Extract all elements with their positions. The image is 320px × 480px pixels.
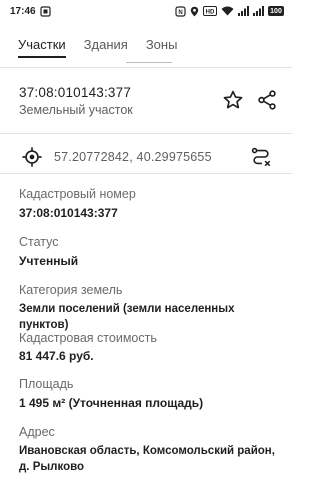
cadastral-id-title: 37:08:010143:377	[19, 85, 132, 100]
battery-level: 100	[270, 7, 282, 15]
svg-text:N: N	[178, 10, 182, 16]
locate-button[interactable]	[18, 143, 46, 171]
field-value-cadastral-number: 37:08:010143:377	[19, 206, 118, 220]
field-label-area: Площадь	[19, 377, 74, 391]
divider	[0, 67, 292, 68]
share-icon	[258, 90, 276, 110]
nfc-icon: N	[175, 5, 186, 17]
svg-text:HD: HD	[206, 10, 215, 16]
divider	[0, 173, 292, 174]
battery-icon: 100	[268, 6, 284, 16]
tab-indicator-track	[126, 62, 172, 63]
coordinates-text[interactable]: 57.20772842, 40.29975655	[54, 150, 212, 164]
field-value-status: Учтенный	[19, 254, 79, 268]
land-plot-screen: 17:46 N HD 100 Участки Здания Зоны 37:08…	[0, 0, 292, 480]
field-label-address: Адрес	[19, 425, 55, 439]
tab-zones[interactable]: Зоны	[146, 28, 178, 64]
tab-buildings[interactable]: Здания	[84, 28, 128, 64]
divider	[0, 133, 292, 134]
tab-plots[interactable]: Участки	[18, 28, 66, 64]
crosshair-icon	[22, 147, 42, 167]
location-icon	[190, 5, 199, 17]
field-label-land-category: Категория земель	[19, 283, 123, 297]
field-label-cadastral-value: Кадастровая стоимость	[19, 331, 157, 345]
share-button[interactable]	[253, 86, 281, 114]
favorite-button[interactable]	[219, 86, 247, 114]
status-time: 17:46	[10, 5, 36, 17]
field-value-land-category: Земли поселений (земли населенных пункто…	[19, 303, 235, 331]
route-icon	[251, 147, 271, 167]
field-value-address: Ивановская область, Комсомольский район,…	[19, 445, 275, 473]
route-button[interactable]	[247, 143, 275, 171]
tab-bar: Участки Здания Зоны	[0, 28, 292, 64]
hd-icon: HD	[203, 5, 217, 17]
wifi-icon	[221, 5, 234, 17]
field-label-status: Статус	[19, 235, 59, 249]
object-type-subtitle: Земельный участок	[19, 103, 133, 117]
signal-icon	[253, 5, 264, 17]
status-bar: 17:46 N HD 100	[0, 0, 292, 22]
star-icon	[223, 90, 243, 109]
signal-icon	[238, 5, 249, 17]
field-label-cadastral-number: Кадастровый номер	[19, 187, 136, 201]
screen-record-icon	[39, 5, 51, 17]
field-value-cadastral-value: 81 447.6 руб.	[19, 349, 94, 363]
field-value-area: 1 495 м² (Уточненная площадь)	[19, 396, 204, 410]
